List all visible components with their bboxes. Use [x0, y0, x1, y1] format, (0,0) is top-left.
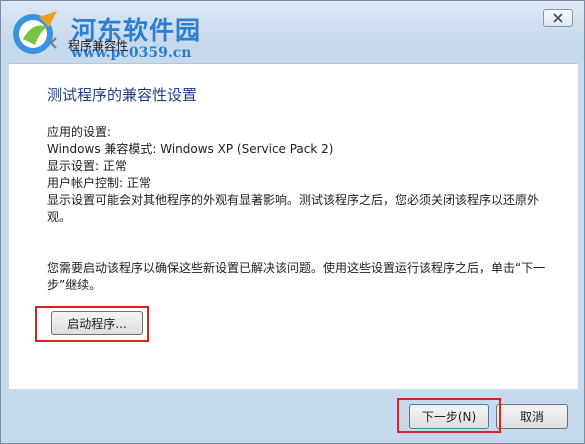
page-heading: 测试程序的兼容性设置 [47, 86, 198, 104]
start-button-highlight [35, 306, 149, 342]
close-icon [553, 13, 563, 23]
close-button[interactable] [543, 9, 573, 27]
display-note-text: 显示设置可能会对其他程序的外观有显著影响。测试该程序之后，您必须关闭该程序以还原… [47, 193, 540, 224]
display-setting-text: 显示设置: 正常 [47, 159, 127, 173]
title-bar: 河东软件园 www.pc0359.cn 程序兼容性 [1, 1, 584, 63]
compat-mode-text: Windows 兼容模式: Windows XP (Service Pack 2… [47, 142, 334, 156]
applied-settings-label: 应用的设置: [47, 125, 112, 139]
settings-summary: 应用的设置: Windows 兼容模式: Windows XP (Service… [47, 124, 557, 226]
back-arrow-icon[interactable] [48, 37, 58, 49]
cancel-button[interactable]: 取消 [496, 404, 568, 429]
uac-setting-text: 用户帐户控制: 正常 [47, 176, 151, 190]
dialog-window: 河东软件园 www.pc0359.cn 程序兼容性 测试程序的兼容性设置 应用的… [0, 0, 585, 444]
watermark-logo-icon [13, 11, 57, 54]
window-title: 程序兼容性 [68, 39, 129, 53]
instruction-text: 您需要启动该程序以确保这些新设置已解决该问题。使用这些设置运行该程序之后，单击“… [47, 261, 546, 292]
next-button-highlight [397, 398, 501, 433]
